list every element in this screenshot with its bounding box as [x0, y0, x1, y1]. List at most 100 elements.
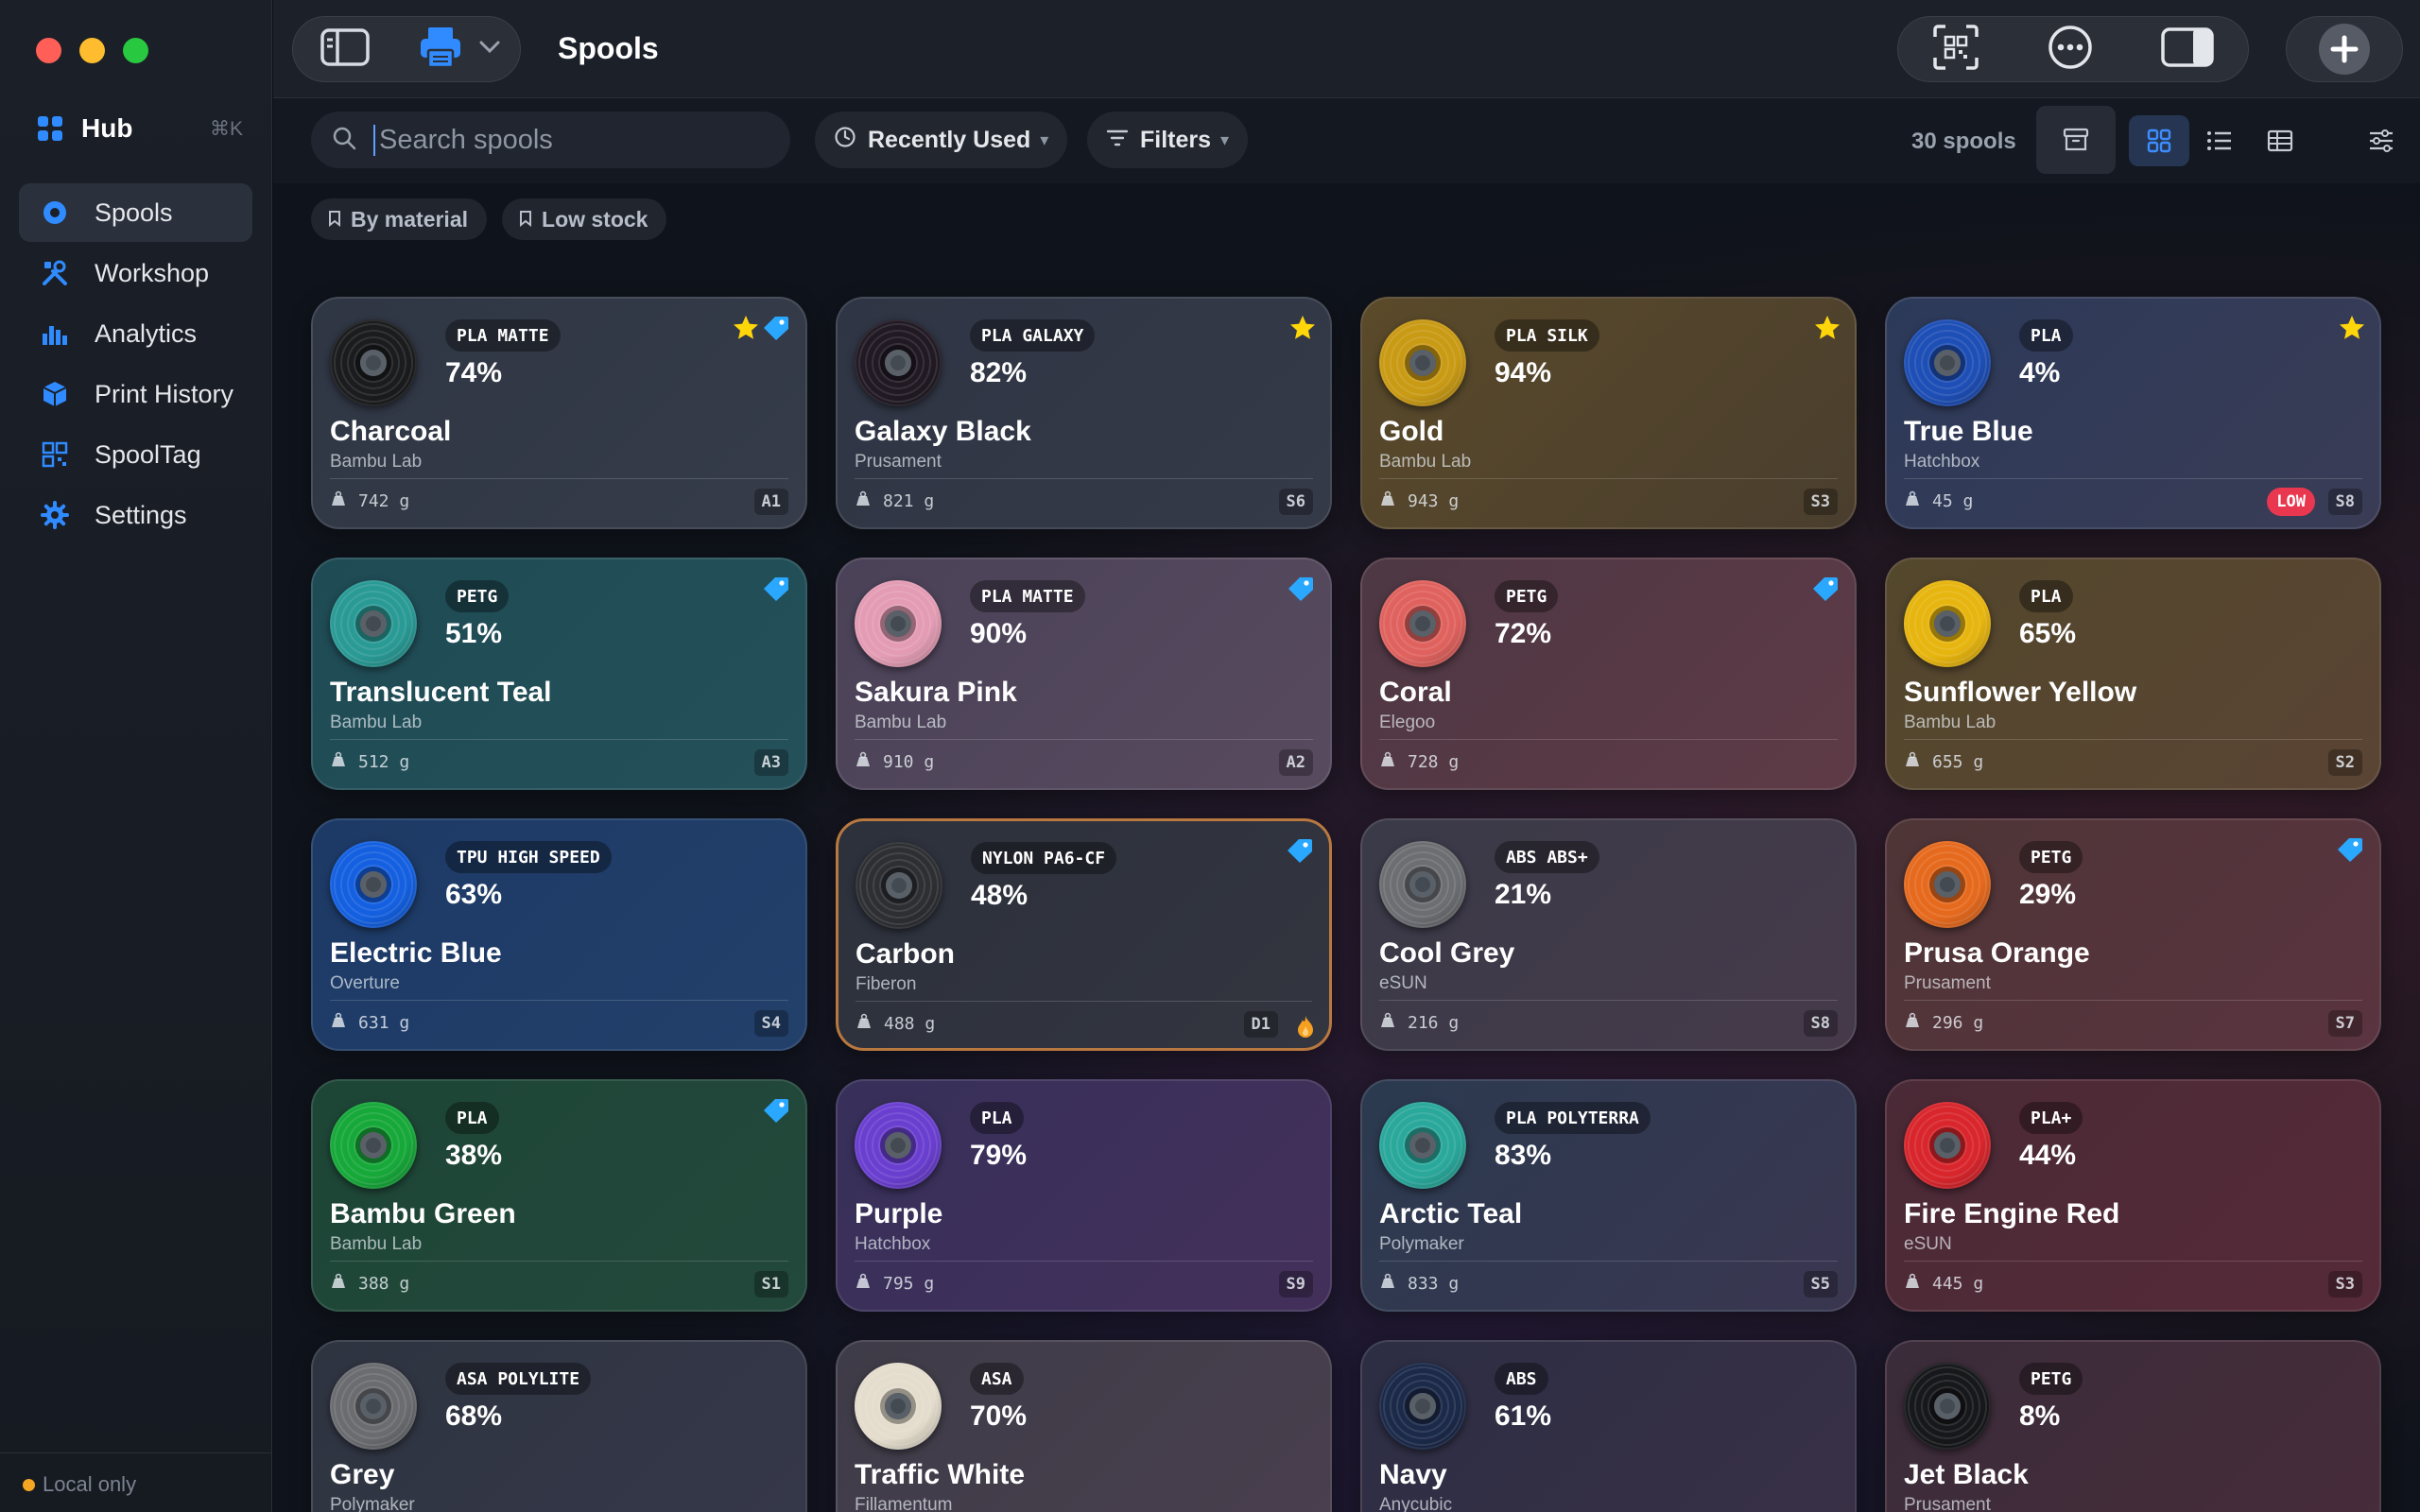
spool-name: Arctic Teal [1379, 1198, 1523, 1229]
spool-card[interactable]: PETG 8% Jet Black Prusament [1885, 1340, 2381, 1512]
slot-badge: S6 [1278, 489, 1313, 515]
sidebar-item-spools[interactable]: Spools [19, 183, 252, 242]
more-options-button[interactable] [2047, 24, 2094, 76]
zoom-window-button[interactable] [123, 38, 148, 63]
sidebar-toggle-icon [320, 27, 370, 71]
favorite-star-icon[interactable] [1813, 314, 1841, 347]
slot-badge: A3 [753, 749, 788, 776]
spool-swatch-icon [855, 580, 942, 667]
spool-card[interactable]: PLA POLYTERRA 83% Arctic Teal Polymaker 833 … [1360, 1079, 1857, 1312]
sidebar-item-settings[interactable]: Settings [19, 486, 252, 544]
spool-card[interactable]: PLA 38% Bambu Green Bambu Lab 388 g S1 [311, 1079, 807, 1312]
favorite-star-icon[interactable] [2338, 314, 2366, 347]
filters-dropdown[interactable]: Filters ▾ [1087, 112, 1249, 168]
remaining-percent: 65% [2019, 618, 2077, 649]
grid-view-button[interactable] [2129, 115, 2189, 166]
weight-value: 296 g [1932, 1013, 1984, 1033]
spool-swatch-icon [1379, 319, 1466, 406]
spool-card[interactable]: PLA MATTE 74% Charcoal Bambu Lab 742 g A1 [311, 297, 807, 529]
material-badge: NYLON PA6-CF [971, 842, 1117, 874]
spool-card[interactable]: PLA 4% True Blue Hatchbox 45 g S8 LOW [1885, 297, 2381, 529]
scan-qr-button[interactable] [1932, 24, 1979, 76]
weight-icon [1904, 1273, 1921, 1295]
weight-icon [856, 1013, 873, 1035]
spool-card[interactable]: PLA 65% Sunflower Yellow Bambu Lab 655 g S2 [1885, 558, 2381, 790]
spool-card[interactable]: ABS ABS+ 21% Cool Grey eSUN 216 g S8 [1360, 818, 1857, 1051]
weight-value: 795 g [883, 1274, 935, 1294]
spool-card[interactable]: ABS 61% Navy Anycubic [1360, 1340, 1857, 1512]
toggle-inspector-button[interactable] [2161, 26, 2215, 72]
weight-value: 45 g [1932, 491, 1974, 511]
search-input[interactable] [373, 124, 770, 156]
sidebar-nav: Spools Workshop Analytics Print History … [19, 183, 252, 546]
gear-icon [40, 500, 70, 530]
spool-name: Grey [330, 1459, 395, 1490]
sort-dropdown[interactable]: Recently Used ▾ [815, 112, 1068, 168]
spool-swatch-icon [1379, 1363, 1466, 1450]
spool-card[interactable]: PETG 72% Coral Elegoo 728 g [1360, 558, 1857, 790]
material-badge: PLA [2019, 319, 2073, 352]
archive-button[interactable] [2036, 106, 2116, 174]
tools-icon [40, 258, 70, 288]
spool-card[interactable]: PETG 51% Translucent Teal Bambu Lab 512 g A3 [311, 558, 807, 790]
spool-weight: 488 g [856, 1013, 935, 1035]
sidebar-item-analytics[interactable]: Analytics [19, 304, 252, 363]
weight-value: 742 g [358, 491, 410, 511]
spool-card[interactable]: PLA MATTE 90% Sakura Pink Bambu Lab 910 g A2 [836, 558, 1332, 790]
sync-status: Local only [23, 1472, 136, 1497]
remaining-percent: 79% [970, 1140, 1028, 1171]
spool-card[interactable]: TPU HIGH SPEED 63% Electric Blue Overture 63… [311, 818, 807, 1051]
weight-value: 631 g [358, 1013, 410, 1033]
chip-low-stock[interactable]: Low stock [502, 198, 667, 240]
sidebar-item-label: SpoolTag [95, 439, 201, 469]
remaining-percent: 94% [1495, 357, 1552, 388]
add-spool-button[interactable] [2286, 16, 2403, 82]
hub-shortcut: ⌘K [209, 117, 243, 140]
spool-count: 30 spools [1911, 129, 2016, 154]
spool-card[interactable]: PLA SILK 94% Gold Bambu Lab 943 g S3 [1360, 297, 1857, 529]
table-view-button[interactable] [2250, 115, 2310, 166]
chip-by-material[interactable]: By material [311, 198, 488, 240]
hub-label: Hub [81, 113, 133, 143]
printer-select-button[interactable] [396, 16, 520, 82]
slot-badge: S9 [1278, 1271, 1313, 1297]
material-badge: ABS ABS+ [1495, 841, 1599, 873]
toggle-sidebar-button[interactable] [293, 16, 396, 82]
spool-card[interactable]: PETG 29% Prusa Orange Prusament 296 g S7 [1885, 818, 2381, 1051]
remaining-percent: 90% [970, 618, 1028, 649]
search-field[interactable] [311, 112, 790, 168]
bookmark-icon [519, 207, 532, 232]
slot-badge: S7 [2327, 1010, 2362, 1037]
spool-brand: Anycubic [1379, 1495, 1453, 1512]
sidebar-item-workshop[interactable]: Workshop [19, 244, 252, 302]
weight-icon [1904, 490, 1921, 512]
weight-value: 910 g [883, 752, 935, 772]
spool-card[interactable]: PLA 79% Purple Hatchbox 795 g S9 [836, 1079, 1332, 1312]
display-options-button[interactable] [2353, 115, 2410, 166]
sidebar-item-print-history[interactable]: Print History [19, 365, 252, 423]
favorite-star-icon[interactable] [1288, 314, 1317, 347]
close-window-button[interactable] [36, 38, 61, 63]
nfc-tag-icon [762, 1096, 790, 1129]
archive-box-icon [2063, 128, 2089, 151]
spool-card[interactable]: ASA POLYLITE 68% Grey Polymaker [311, 1340, 807, 1512]
spool-card[interactable]: ASA 70% Traffic White Fillamentum [836, 1340, 1332, 1512]
weight-icon [330, 1012, 347, 1034]
scan-qr-icon [1932, 24, 1979, 70]
hub-button[interactable]: Hub ⌘K [38, 112, 243, 146]
slot-badge: S4 [753, 1010, 788, 1037]
sidebar-item-spooltag[interactable]: SpoolTag [19, 425, 252, 484]
inspector-toggle-icon [2161, 26, 2215, 67]
favorite-star-icon[interactable] [732, 314, 760, 347]
grid-icon [38, 116, 62, 141]
minimize-window-button[interactable] [79, 38, 105, 63]
table-view-icon [2267, 129, 2293, 152]
spool-card[interactable]: PLA GALAXY 82% Galaxy Black Prusament 821 g S… [836, 297, 1332, 529]
weight-value: 216 g [1408, 1013, 1460, 1033]
spool-card[interactable]: PLA+ 44% Fire Engine Red eSUN 445 g S3 [1885, 1079, 2381, 1312]
slot-badge: S5 [1803, 1271, 1838, 1297]
list-view-button[interactable] [2189, 115, 2250, 166]
material-badge: PETG [2019, 841, 2083, 873]
spool-card[interactable]: NYLON PA6-CF 48% Carbon Fiberon 488 g D1 [836, 818, 1332, 1051]
chevron-down-icon: ▾ [1220, 129, 1230, 149]
